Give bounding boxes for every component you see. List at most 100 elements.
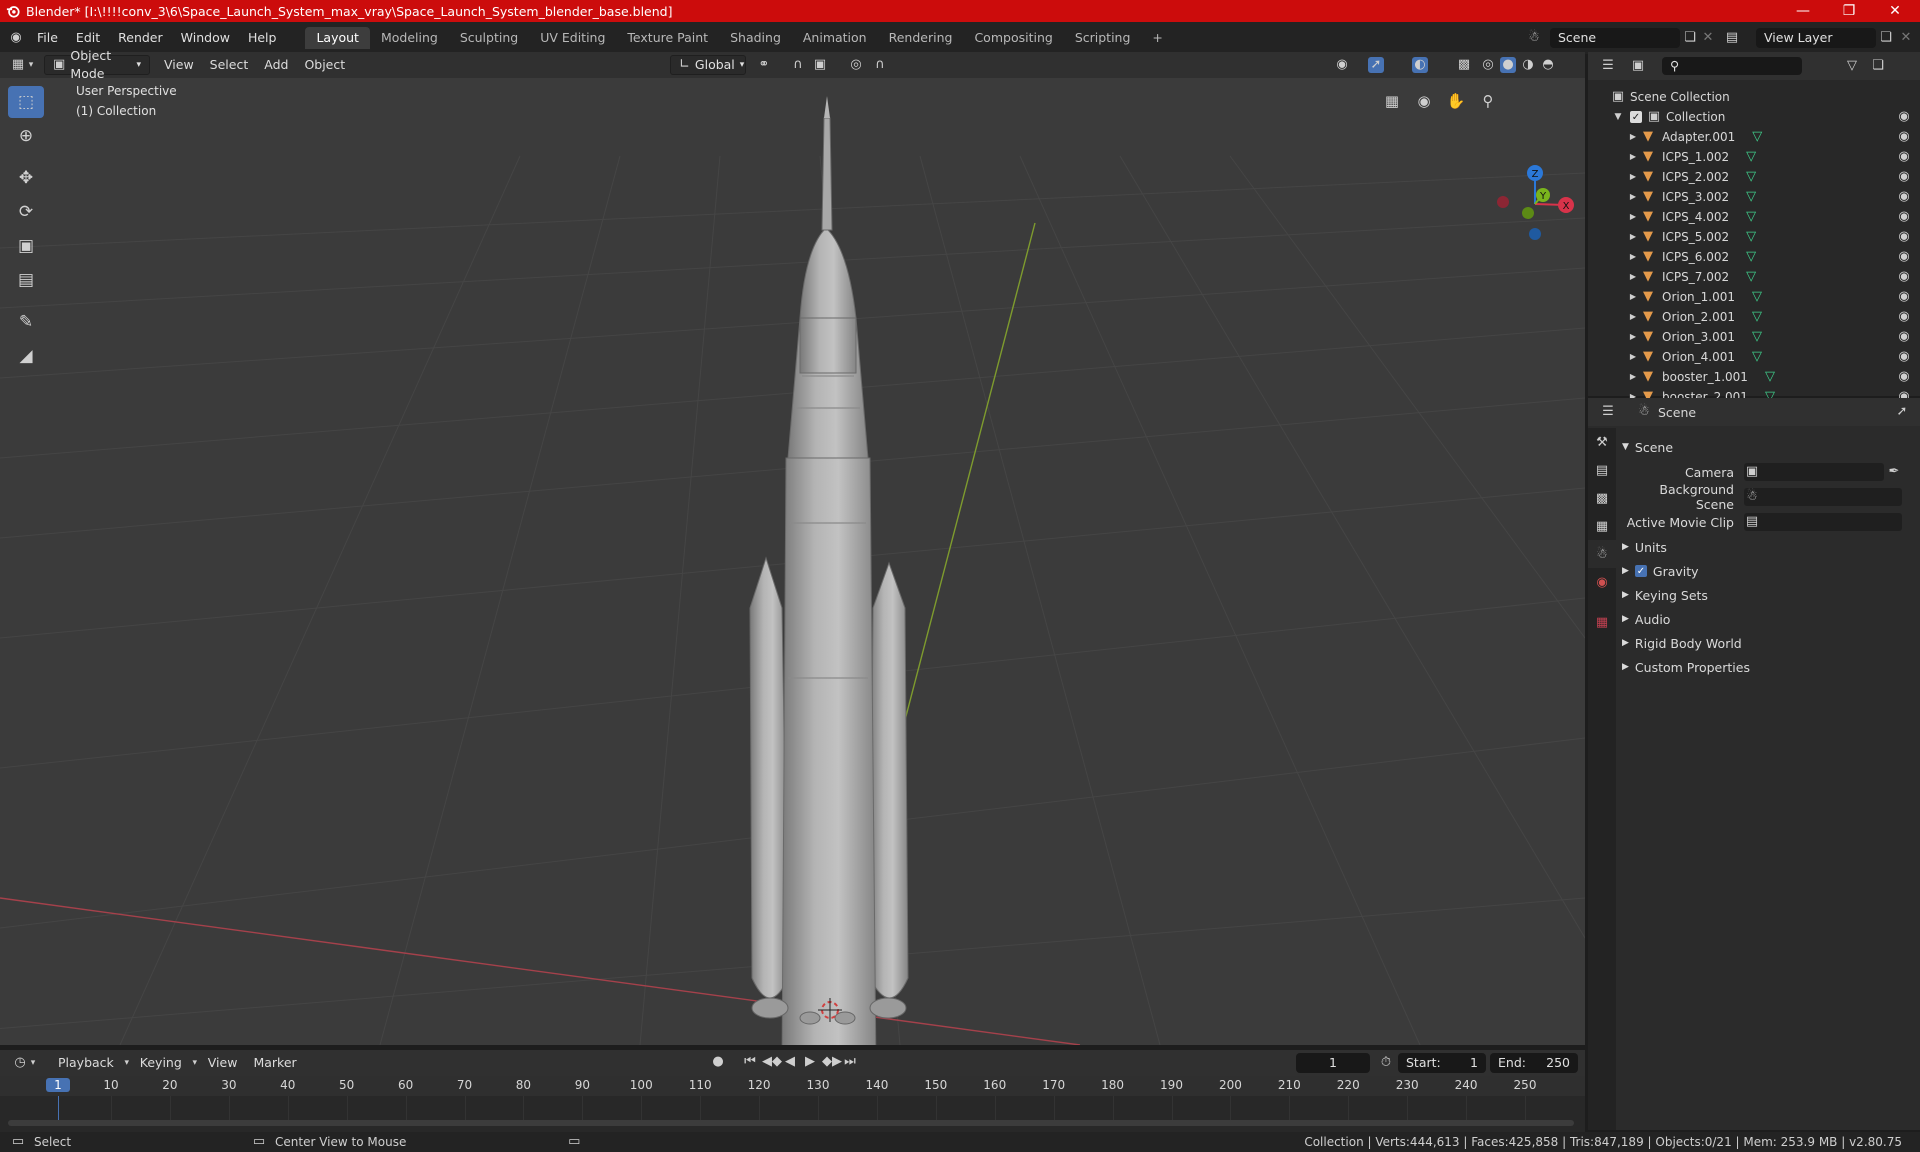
display-mode-icon[interactable]: ▣: [1630, 58, 1646, 74]
eye-icon[interactable]: ◉: [1896, 329, 1912, 345]
expand-arrow-icon[interactable]: ▶: [1628, 349, 1638, 365]
rigid-body-world-subpanel[interactable]: ▶ Rigid Body World: [1622, 632, 1912, 654]
mesh-data-icon[interactable]: ▽: [1762, 369, 1778, 385]
tab-scripting[interactable]: Scripting: [1064, 27, 1142, 49]
menu-edit[interactable]: Edit: [67, 27, 109, 49]
render-tab-icon[interactable]: ▤: [1588, 456, 1616, 484]
tool-tab-icon[interactable]: ⚒: [1588, 428, 1616, 456]
blender-menu-icon[interactable]: ◉: [8, 30, 24, 46]
camera-view-icon[interactable]: ◉: [1412, 89, 1436, 113]
outliner-row-object[interactable]: ▶ ▼ ICPS_7.002 ▽ ◉: [1588, 267, 1920, 287]
outliner-search-input[interactable]: ⚲: [1662, 57, 1802, 75]
start-frame-field[interactable]: Start: 1: [1398, 1053, 1486, 1073]
scene-icon[interactable]: ☃: [1526, 30, 1542, 46]
mode-dropdown[interactable]: ▣ Object Mode ▾: [44, 48, 150, 81]
jump-keyframe-forward-icon[interactable]: ◆▶: [822, 1054, 842, 1070]
expand-arrow-icon[interactable]: ▼: [1610, 109, 1626, 125]
view-layer-field[interactable]: View Layer: [1756, 28, 1876, 48]
end-frame-field[interactable]: End: 250: [1490, 1053, 1578, 1073]
menu-window[interactable]: Window: [172, 27, 239, 49]
mesh-data-icon[interactable]: ▽: [1743, 229, 1759, 245]
mesh-data-icon[interactable]: ▽: [1743, 149, 1759, 165]
eye-icon[interactable]: ◉: [1896, 189, 1912, 205]
outliner-row-object[interactable]: ▶ ▼ ICPS_4.002 ▽ ◉: [1588, 207, 1920, 227]
tab-sculpting[interactable]: Sculpting: [449, 27, 529, 49]
maximize-icon[interactable]: ❐: [1826, 0, 1872, 22]
outliner-row-object[interactable]: ▶ ▼ ICPS_2.002 ▽ ◉: [1588, 167, 1920, 187]
falloff-icon[interactable]: ∩: [872, 57, 888, 73]
play-reverse-icon[interactable]: ◀: [782, 1054, 798, 1070]
tab-layout[interactable]: Layout: [305, 27, 370, 49]
eye-icon[interactable]: ◉: [1896, 289, 1912, 305]
new-view-layer-icon[interactable]: ❏: [1878, 30, 1894, 46]
new-scene-icon[interactable]: ❏: [1682, 30, 1698, 46]
tab-modeling[interactable]: Modeling: [370, 27, 449, 49]
close-icon[interactable]: ✕: [1872, 0, 1918, 22]
camera-field[interactable]: ▣: [1744, 463, 1884, 481]
proportional-edit-icon[interactable]: ◎: [848, 57, 864, 73]
select-box-tool-icon[interactable]: ⬚: [8, 86, 44, 118]
view-layer-icon[interactable]: ▤: [1724, 30, 1740, 46]
mesh-data-icon[interactable]: ▽: [1749, 349, 1765, 365]
outliner-row-object[interactable]: ▶ ▼ Orion_2.001 ▽ ◉: [1588, 307, 1920, 327]
remove-view-layer-icon[interactable]: ✕: [1898, 30, 1914, 46]
gizmo-toggle-icon[interactable]: ➚: [1368, 57, 1384, 73]
measure-tool-icon[interactable]: ◢: [8, 340, 44, 372]
gravity-checkbox[interactable]: ✓: [1634, 565, 1647, 577]
mesh-data-icon[interactable]: ▽: [1749, 129, 1765, 145]
zoom-icon[interactable]: ⚲: [1476, 89, 1500, 113]
pan-hand-icon[interactable]: ✋: [1444, 89, 1468, 113]
expand-arrow-icon[interactable]: ▶: [1628, 329, 1638, 345]
viewport-canvas[interactable]: Z Y X: [0, 78, 1585, 1045]
snap-magnet-icon[interactable]: ∩: [790, 57, 806, 73]
expand-arrow-icon[interactable]: ▶: [1628, 169, 1638, 185]
outliner-row-object[interactable]: ▶ ▼ ICPS_1.002 ▽ ◉: [1588, 147, 1920, 167]
scene-panel-header[interactable]: ▼ Scene: [1622, 436, 1912, 458]
mesh-data-icon[interactable]: ▽: [1749, 289, 1765, 305]
outliner-row-object[interactable]: ▶ ▼ ICPS_3.002 ▽ ◉: [1588, 187, 1920, 207]
menu-timeline-view[interactable]: View: [200, 1053, 246, 1073]
custom-properties-subpanel[interactable]: ▶ Custom Properties: [1622, 656, 1912, 678]
add-workspace-button[interactable]: +: [1141, 27, 1173, 49]
outliner-row-object[interactable]: ▶ ▼ Orion_3.001 ▽ ◉: [1588, 327, 1920, 347]
eye-icon[interactable]: ◉: [1896, 309, 1912, 325]
outliner-row-object[interactable]: ▶ ▼ Adapter.001 ▽ ◉: [1588, 127, 1920, 147]
filter-icon[interactable]: ▽: [1844, 58, 1860, 74]
eye-icon[interactable]: ◉: [1896, 129, 1912, 145]
material-shading-icon[interactable]: ◑: [1520, 57, 1536, 73]
eye-icon[interactable]: ◉: [1896, 229, 1912, 245]
rocket-model[interactable]: [749, 96, 909, 1045]
expand-arrow-icon[interactable]: ▶: [1628, 209, 1638, 225]
move-tool-icon[interactable]: ✥: [8, 162, 44, 194]
outliner-row-scene-collection[interactable]: ▣ Scene Collection: [1588, 87, 1920, 107]
wireframe-shading-icon[interactable]: ◎: [1480, 57, 1496, 73]
scale-tool-icon[interactable]: ▣: [8, 230, 44, 262]
menu-marker[interactable]: Marker: [245, 1053, 304, 1073]
menu-keying[interactable]: Keying: [132, 1053, 190, 1073]
keying-sets-subpanel[interactable]: ▶ Keying Sets: [1622, 584, 1912, 606]
expand-arrow-icon[interactable]: ▶: [1628, 229, 1638, 245]
record-icon[interactable]: ●: [710, 1054, 726, 1070]
timeline[interactable]: 1 10 20 30 40 50 60 70 80 90 100 110 120 130 140 150 160…: [0, 1076, 1585, 1132]
properties-editor-type-icon[interactable]: ☰: [1600, 404, 1616, 420]
snap-target-icon[interactable]: ▣: [812, 57, 828, 73]
remove-scene-icon[interactable]: ✕: [1700, 30, 1716, 46]
outliner-row-collection[interactable]: ▼ ✓ ▣ Collection ◉: [1588, 107, 1920, 127]
expand-arrow-icon[interactable]: ▶: [1628, 249, 1638, 265]
3d-viewport[interactable]: Z Y X User Perspective (1) Collection ▦ …: [0, 78, 1585, 1045]
menu-render[interactable]: Render: [109, 27, 172, 49]
timeline-editor-type-icon[interactable]: ◷: [12, 1055, 28, 1071]
outliner-row-object[interactable]: ▶ ▼ Orion_1.001 ▽ ◉: [1588, 287, 1920, 307]
eye-icon[interactable]: ◉: [1896, 169, 1912, 185]
mesh-data-icon[interactable]: ▽: [1743, 269, 1759, 285]
mesh-data-icon[interactable]: ▽: [1743, 249, 1759, 265]
grid-view-icon[interactable]: ▦: [1380, 89, 1404, 113]
play-icon[interactable]: ▶: [802, 1054, 818, 1070]
overlay-toggle-icon[interactable]: ◐: [1412, 57, 1428, 73]
expand-arrow-icon[interactable]: ▶: [1628, 189, 1638, 205]
scene-field[interactable]: Scene: [1550, 28, 1680, 48]
view-layer-tab-icon[interactable]: ▦: [1588, 512, 1616, 540]
units-subpanel[interactable]: ▶ Units: [1622, 536, 1912, 558]
stopwatch-icon[interactable]: ⏱: [1378, 1055, 1394, 1071]
eye-icon[interactable]: ◉: [1896, 109, 1912, 125]
